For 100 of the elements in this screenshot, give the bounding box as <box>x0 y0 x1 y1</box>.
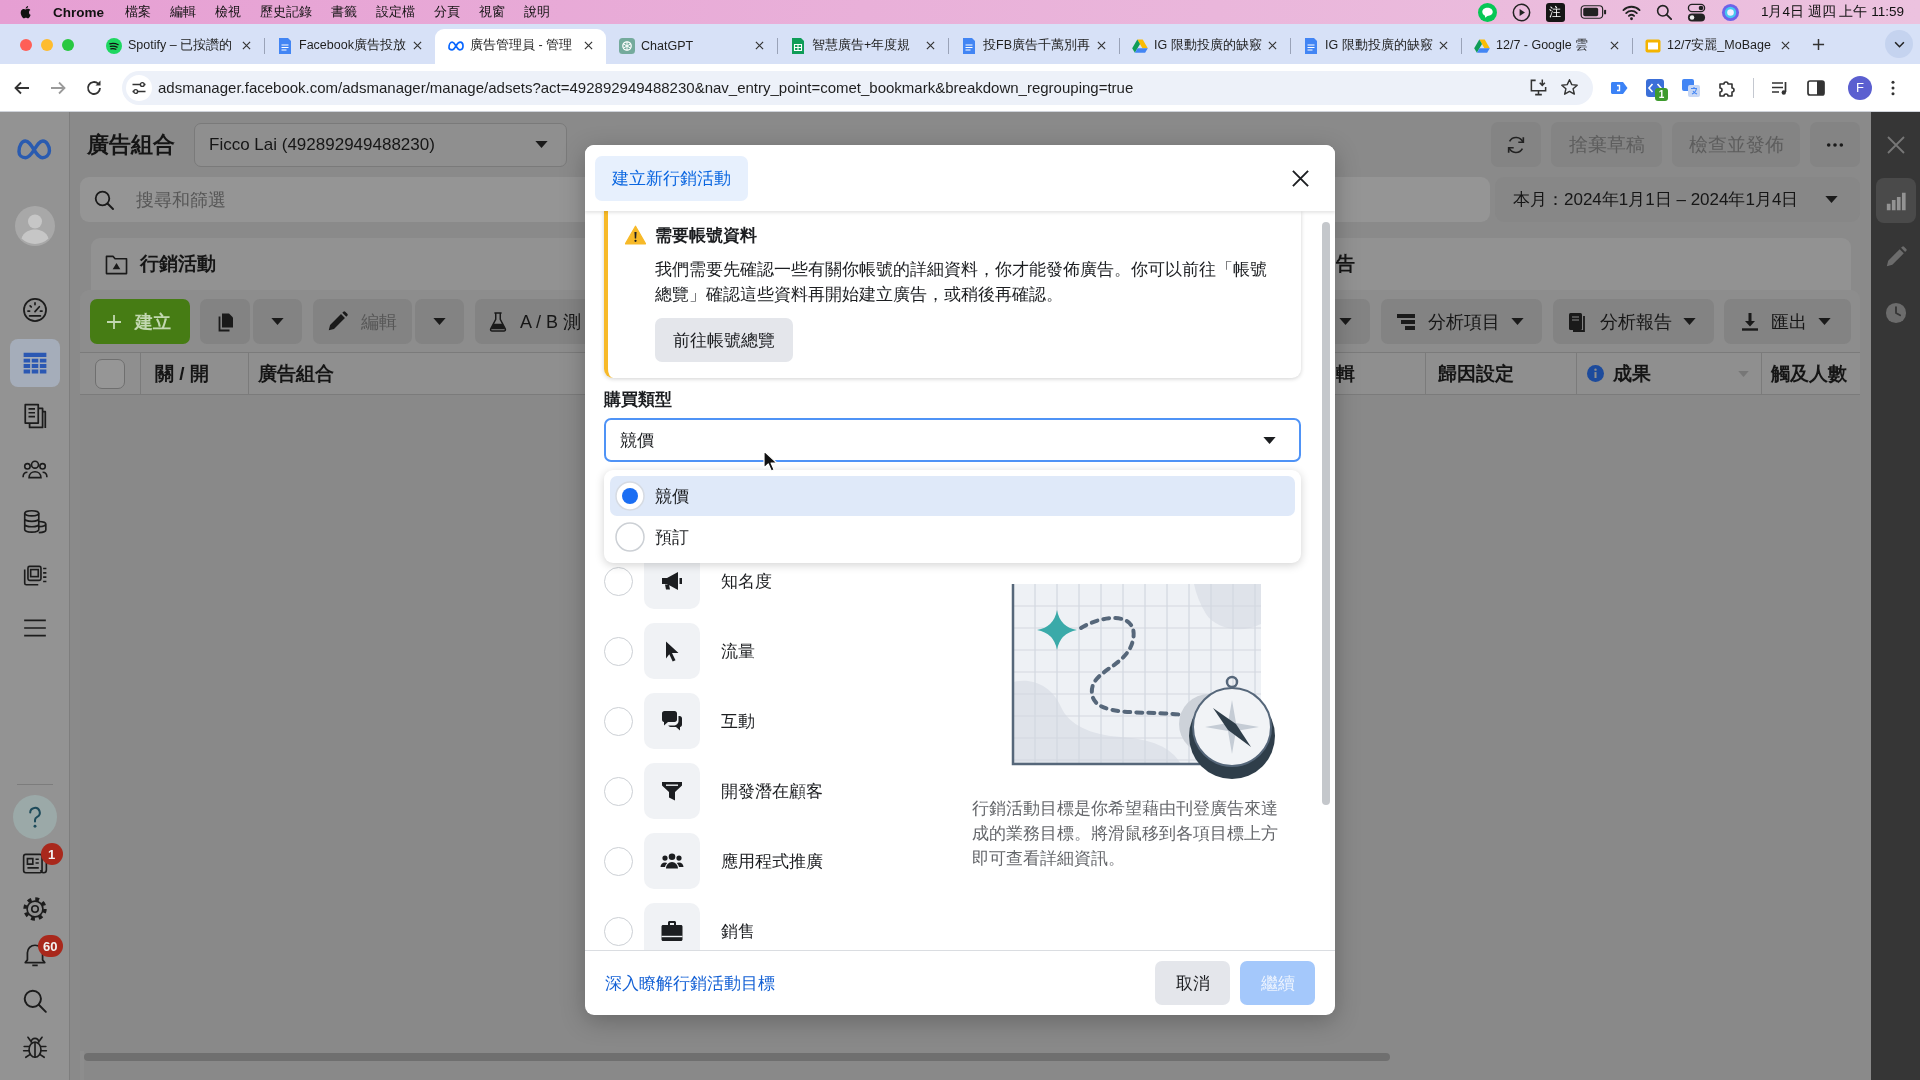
radio-button[interactable] <box>604 636 633 666</box>
level-tab[interactable]: 行銷活動 <box>91 238 585 290</box>
caret-down-icon <box>1511 318 1524 325</box>
radio-button[interactable] <box>604 916 633 946</box>
input-method-indicator[interactable]: 注 <box>1545 2 1565 22</box>
profile-avatar[interactable]: F <box>1848 75 1872 100</box>
column-header[interactable]: 歸因設定 <box>1425 353 1576 394</box>
objective-label[interactable]: 銷售 <box>721 919 755 943</box>
translate-icon[interactable] <box>1681 77 1701 98</box>
select-all-checkbox[interactable] <box>95 358 125 389</box>
info-icon[interactable] <box>1587 365 1604 382</box>
tab-search-button[interactable] <box>1885 30 1913 58</box>
menu-item[interactable]: 設定檔 <box>376 3 415 21</box>
tab-close-icon[interactable] <box>755 41 764 50</box>
scrollbar[interactable] <box>84 1053 1390 1061</box>
browser-tab[interactable]: 投FB廣告千萬別再 <box>948 29 1119 64</box>
menu-item[interactable]: 分頁 <box>434 3 460 21</box>
tab-close-icon[interactable] <box>1610 41 1619 50</box>
browser-tab[interactable]: Spotify – 已按讚的 <box>93 29 264 64</box>
tab-close-icon[interactable] <box>926 41 935 50</box>
cancel-button[interactable]: 取消 <box>1155 961 1230 1005</box>
radio-button[interactable] <box>604 776 633 806</box>
dialog-title-tab[interactable]: 建立新行銷活動 <box>595 155 748 201</box>
tab-close-icon[interactable] <box>1439 41 1448 50</box>
objective-label[interactable]: 知名度 <box>721 569 772 593</box>
ab-test-button[interactable]: A / B 測 <box>475 299 585 344</box>
bug-icon[interactable] <box>21 1034 48 1060</box>
tab-close-icon[interactable] <box>242 41 251 50</box>
tab-close-icon[interactable] <box>584 41 593 50</box>
export-button[interactable]: 匯出 <box>1724 299 1851 344</box>
browser-tab[interactable]: Facebook廣告投放 <box>264 29 435 64</box>
menu-bar-clock[interactable]: 1月4日 週四 上午 11:59 <box>1760 3 1904 21</box>
dropdown-option[interactable]: 預訂 <box>610 517 1295 557</box>
tune-icon[interactable] <box>126 74 152 101</box>
column-header[interactable]: 觸及人數 <box>1761 353 1860 394</box>
radio-button[interactable] <box>604 566 633 596</box>
objective-label[interactable]: 應用程式推廣 <box>721 849 823 873</box>
menu-item[interactable]: 視窗 <box>479 3 505 21</box>
browser-tab[interactable]: 廣告管理員 - 管理 <box>435 29 606 64</box>
app-menu[interactable]: Chrome <box>53 4 104 20</box>
address-bar[interactable]: adsmanager.facebook.com/adsmanager/manage/adsets?act=492892949488230&nav_entry_point=comet_bookmark&breakdown_regrouping=true <box>122 70 1593 105</box>
tab-close-icon[interactable] <box>1268 41 1277 50</box>
panel-tab[interactable] <box>1875 178 1916 223</box>
stacked-bars-icon <box>1396 311 1416 332</box>
refresh-button[interactable] <box>1491 122 1541 167</box>
menu-item[interactable]: 檔案 <box>125 3 151 21</box>
select-field[interactable]: 競價 <box>604 418 1301 462</box>
column-header[interactable]: 關 / 開 <box>140 353 248 394</box>
browser-tab[interactable]: IG 限動投廣的缺竅 <box>1290 29 1461 64</box>
menu-item[interactable]: 檢視 <box>215 3 241 21</box>
play-circle-icon[interactable] <box>1511 2 1531 22</box>
settings-icon[interactable] <box>21 896 48 922</box>
account-overview-button[interactable]: 前往帳號總覽 <box>655 318 793 362</box>
toggles-icon[interactable] <box>1686 2 1706 22</box>
sound-waves-icon <box>106 37 122 54</box>
menu-item[interactable]: 編輯 <box>170 3 196 21</box>
side-panel-icon[interactable] <box>1806 77 1826 98</box>
objective-label[interactable]: 開發潛在顧客 <box>721 779 823 803</box>
reports-button[interactable]: 分析報告 <box>1553 299 1714 344</box>
breakdown-button[interactable]: 分析項目 <box>1381 299 1542 344</box>
objective-label[interactable]: 互動 <box>721 709 755 733</box>
radio-button[interactable] <box>604 846 633 876</box>
browser-tab[interactable]: ChatGPT <box>606 29 777 64</box>
close-icon[interactable] <box>1291 168 1310 188</box>
dropdown-option[interactable]: 競價 <box>610 476 1295 516</box>
help-icon[interactable] <box>12 795 57 839</box>
account-select[interactable]: Ficco Lai (492892949488230) <box>194 122 567 167</box>
sidebar-nav-item[interactable] <box>9 339 60 387</box>
learn-more-link[interactable]: 深入瞭解行銷活動目標 <box>605 971 775 995</box>
tab-close-icon[interactable] <box>1097 41 1106 50</box>
radio-button[interactable] <box>604 706 633 736</box>
grid-table-icon <box>21 350 48 376</box>
menu-item[interactable]: 歷史記錄 <box>260 3 312 21</box>
scrollbar[interactable] <box>1322 222 1330 805</box>
orb-icon[interactable] <box>1720 2 1740 22</box>
search-icon[interactable] <box>21 988 48 1014</box>
people-icon <box>644 833 700 889</box>
bookmark-star-icon[interactable] <box>1560 78 1579 97</box>
flower-icon <box>619 37 635 54</box>
dropdown-button[interactable] <box>1335 299 1370 344</box>
battery-icon[interactable] <box>1579 5 1607 19</box>
menu-item[interactable]: 書籤 <box>331 3 357 21</box>
column-header[interactable]: 輯 <box>1335 353 1425 394</box>
level-tab[interactable]: 告 <box>1335 238 1851 290</box>
objective-label[interactable]: 流量 <box>721 639 755 663</box>
tab-close-icon[interactable] <box>413 41 422 50</box>
warning-title: 需要帳號資料 <box>655 224 757 247</box>
browser-tab[interactable]: 12/7 - Google 雲 <box>1461 29 1632 64</box>
browser-tab[interactable]: 智慧廣告+年度規 <box>777 29 948 64</box>
reload-icon[interactable] <box>85 78 103 97</box>
more-icon[interactable] <box>1891 79 1895 96</box>
duplicate-button[interactable] <box>200 299 250 344</box>
install-app-icon[interactable] <box>1529 78 1548 97</box>
tab-close-icon[interactable] <box>1781 41 1790 50</box>
new-tab-icon[interactable] <box>1812 38 1825 51</box>
menu-item[interactable]: 說明 <box>524 3 550 21</box>
browser-tab[interactable]: 12/7安麗_MoBage <box>1632 29 1803 64</box>
search-icon[interactable] <box>1655 4 1672 20</box>
column-header[interactable]: 成果 <box>1613 360 1651 387</box>
browser-tab[interactable]: IG 限動投廣的缺竅 <box>1119 29 1290 64</box>
